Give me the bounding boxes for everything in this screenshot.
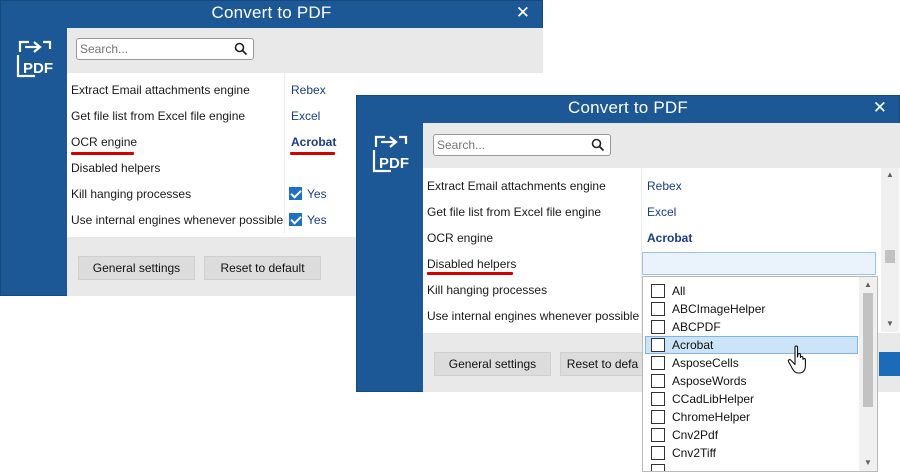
setting-label: Use internal engines whenever possible xyxy=(71,213,284,227)
dropdown-option[interactable]: ABCImageHelper xyxy=(645,300,858,318)
option-label: Cnv2Tiff xyxy=(672,446,717,460)
title-bar[interactable]: Convert to PDF ✕ xyxy=(357,96,899,123)
dropdown-option[interactable]: ABCPDF xyxy=(645,318,858,336)
close-icon[interactable]: ✕ xyxy=(873,98,887,118)
checkbox-icon[interactable] xyxy=(651,446,665,460)
dropdown-option-partial[interactable] xyxy=(645,462,858,471)
disabled-helpers-dropdown[interactable]: All ABCImageHelper ABCPDF Acrobat Aspose… xyxy=(642,276,878,472)
svg-text:PDF: PDF xyxy=(23,60,53,77)
checkbox-icon[interactable] xyxy=(651,410,665,424)
setting-value[interactable]: Acrobat xyxy=(291,135,336,149)
scroll-up-icon[interactable]: ▲ xyxy=(881,170,899,179)
option-label: AsposeWords xyxy=(672,374,747,388)
setting-value[interactable]: Yes xyxy=(289,187,327,201)
checkbox-icon[interactable] xyxy=(651,356,665,370)
dropdown-scrollbar[interactable]: ▲ ▼ xyxy=(859,277,877,471)
checkbox-icon[interactable] xyxy=(651,320,665,334)
search-bar xyxy=(67,28,543,73)
svg-text:PDF: PDF xyxy=(379,155,409,172)
title-bar[interactable]: Convert to PDF ✕ xyxy=(1,1,542,28)
dropdown-option-highlighted[interactable]: Acrobat xyxy=(645,336,858,354)
setting-label: Extract Email attachments engine xyxy=(427,179,606,193)
option-label: ChromeHelper xyxy=(672,410,751,424)
option-label: Cnv2Pdf xyxy=(672,428,719,442)
scroll-down-icon[interactable]: ▼ xyxy=(881,319,899,328)
setting-row-excel-engine[interactable]: Get file list from Excel file engine Exc… xyxy=(423,200,900,226)
dropdown-option[interactable]: All xyxy=(645,282,858,300)
convert-to-pdf-logo-icon: PDF xyxy=(372,135,409,173)
setting-label: OCR engine xyxy=(427,231,494,245)
checkbox-label: Yes xyxy=(307,187,327,201)
window-title: Convert to PDF xyxy=(211,3,332,22)
mouse-cursor-icon xyxy=(787,345,806,374)
setting-label: Disabled helpers xyxy=(71,161,161,175)
checkbox-icon[interactable] xyxy=(651,284,665,298)
search-input[interactable] xyxy=(437,136,587,154)
highlight-underline xyxy=(71,152,134,155)
setting-label: Kill hanging processes xyxy=(71,187,192,201)
window-title: Convert to PDF xyxy=(568,98,688,117)
search-icon[interactable] xyxy=(234,42,248,56)
checkbox-icon[interactable] xyxy=(289,213,302,226)
setting-row-email-engine[interactable]: Extract Email attachments engine Rebex xyxy=(423,174,900,200)
option-label: AsposeCells xyxy=(672,356,739,370)
checkbox-label: Yes xyxy=(307,213,327,227)
highlight-underline xyxy=(290,152,335,155)
scrollbar-thumb[interactable] xyxy=(885,250,895,263)
setting-label: OCR engine xyxy=(71,135,138,149)
setting-value[interactable]: Rebex xyxy=(647,179,682,193)
checkbox-icon[interactable] xyxy=(651,302,665,316)
setting-row-ocr-engine[interactable]: OCR engine Acrobat xyxy=(423,226,900,252)
dropdown-option[interactable]: CCadLibHelper xyxy=(645,390,858,408)
checkbox-icon[interactable] xyxy=(651,338,665,352)
setting-value[interactable]: Yes xyxy=(289,213,327,227)
option-label: CCadLibHelper xyxy=(672,392,755,406)
option-label: ABCPDF xyxy=(672,320,721,334)
disabled-helpers-dropdown-input[interactable] xyxy=(642,252,876,275)
option-label: Acrobat xyxy=(672,338,714,352)
setting-label: Use internal engines whenever possible xyxy=(427,309,640,323)
setting-value[interactable]: Excel xyxy=(647,205,676,219)
general-settings-button[interactable]: General settings xyxy=(78,256,195,280)
setting-value[interactable]: Excel xyxy=(291,109,320,123)
dropdown-option[interactable]: Cnv2Tiff xyxy=(645,444,858,462)
search-input[interactable] xyxy=(80,40,230,58)
dropdown-option[interactable]: AsposeCells xyxy=(645,354,858,372)
setting-label: Extract Email attachments engine xyxy=(71,83,250,97)
setting-value[interactable]: Acrobat xyxy=(647,231,692,245)
option-label: All xyxy=(672,284,686,298)
highlight-underline xyxy=(427,272,513,275)
checkbox-icon[interactable] xyxy=(651,464,665,471)
scroll-down-icon[interactable]: ▼ xyxy=(859,458,877,467)
setting-value[interactable]: Rebex xyxy=(291,83,326,97)
scrollbar-thumb[interactable] xyxy=(863,293,873,407)
search-box[interactable] xyxy=(433,134,611,156)
search-icon[interactable] xyxy=(591,138,605,152)
scroll-up-icon[interactable]: ▲ xyxy=(859,280,877,289)
close-icon[interactable]: ✕ xyxy=(516,3,530,23)
reset-to-default-button[interactable]: Reset to default xyxy=(204,256,321,280)
convert-to-pdf-logo-icon: PDF xyxy=(16,40,53,78)
option-label: ABCImageHelper xyxy=(672,302,766,316)
setting-label: Get file list from Excel file engine xyxy=(71,109,246,123)
dropdown-option[interactable]: Cnv2Pdf xyxy=(645,426,858,444)
search-box[interactable] xyxy=(76,38,254,60)
search-bar xyxy=(423,123,900,168)
setting-label: Get file list from Excel file engine xyxy=(427,205,602,219)
setting-label: Disabled helpers xyxy=(427,257,517,271)
checkbox-icon[interactable] xyxy=(651,392,665,406)
reset-to-default-button[interactable]: Reset to defa xyxy=(560,352,645,376)
setting-label: Kill hanging processes xyxy=(427,283,548,297)
dropdown-option[interactable]: AsposeWords xyxy=(645,372,858,390)
ok-button[interactable] xyxy=(879,352,900,376)
checkbox-icon[interactable] xyxy=(651,374,665,388)
settings-scrollbar[interactable]: ▲ ▼ xyxy=(881,168,899,332)
checkbox-icon[interactable] xyxy=(651,428,665,442)
checkbox-icon[interactable] xyxy=(289,187,302,200)
dropdown-option[interactable]: ChromeHelper xyxy=(645,408,858,426)
general-settings-button[interactable]: General settings xyxy=(434,352,551,376)
